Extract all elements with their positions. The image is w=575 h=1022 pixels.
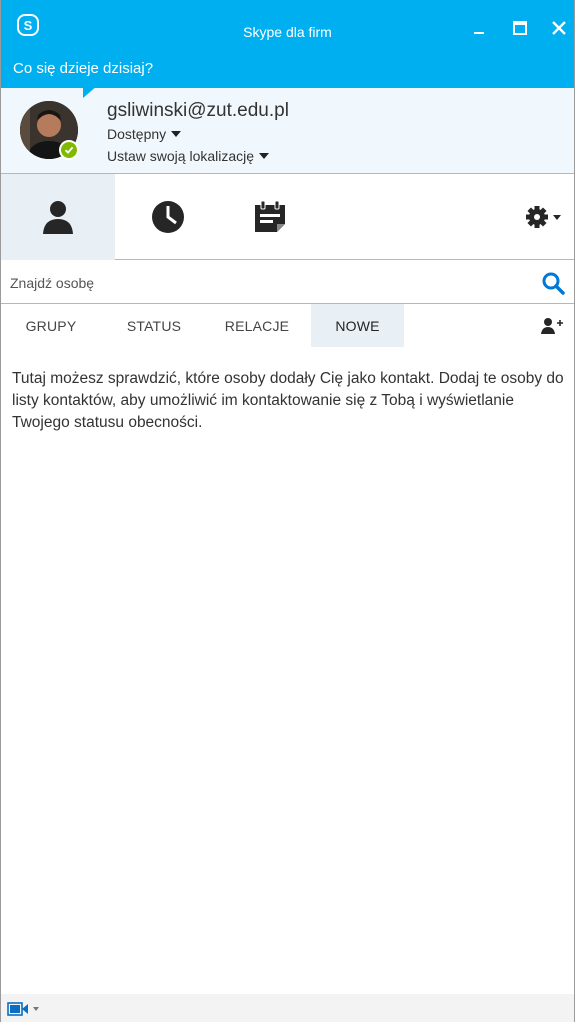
video-device-button[interactable]: [7, 1000, 55, 1018]
settings-button[interactable]: [515, 174, 573, 260]
add-contact-button[interactable]: [539, 314, 567, 338]
add-contact-icon: [541, 318, 563, 334]
tab-meetings[interactable]: [220, 174, 320, 260]
contact-view-tabs: GRUPY STATUS RELACJE NOWE: [1, 304, 574, 348]
maximize-icon: [513, 21, 527, 35]
skype-window: S Skype dla firm Co się dzieje dzisiaj?: [0, 0, 575, 1022]
tab-history[interactable]: [116, 174, 220, 260]
tab-new[interactable]: NOWE: [311, 304, 404, 347]
bottom-bar: [1, 994, 574, 1022]
new-contacts-info: Tutaj możesz sprawdzić, które osoby doda…: [12, 370, 564, 431]
maximize-button[interactable]: [508, 16, 532, 40]
tab-status[interactable]: STATUS: [108, 304, 200, 347]
location-dropdown[interactable]: Ustaw swoją lokalizację: [107, 148, 270, 164]
status-label: Dostępny: [107, 126, 167, 142]
tab-groups[interactable]: GRUPY: [11, 304, 91, 347]
profile-area: gsliwinski@zut.edu.pl Dostępny Ustaw swo…: [1, 88, 574, 174]
tab-relations[interactable]: RELACJE: [213, 304, 301, 347]
main-nav: [1, 174, 574, 260]
gear-icon: [526, 206, 561, 228]
close-icon: [552, 21, 566, 35]
minimize-button[interactable]: [467, 16, 491, 40]
chevron-down-icon: [259, 153, 270, 159]
presence-available-icon: [59, 140, 79, 160]
search-icon[interactable]: [541, 271, 565, 295]
close-button[interactable]: [547, 16, 571, 40]
status-dropdown[interactable]: Dostępny: [107, 126, 182, 142]
video-camera-icon: [7, 1002, 28, 1016]
search-bar: [1, 261, 574, 304]
whats-up-note[interactable]: Co się dzieje dzisiaj?: [13, 60, 153, 77]
search-input[interactable]: [10, 271, 510, 295]
speech-bubble-tail: [83, 86, 97, 98]
title-bar: S Skype dla firm Co się dzieje dzisiaj?: [1, 0, 574, 88]
chevron-down-icon: [171, 131, 182, 137]
minimize-icon: [474, 32, 484, 34]
chevron-down-icon: [33, 1007, 39, 1011]
meetings-icon: [255, 200, 285, 232]
history-clock-icon: [152, 201, 184, 233]
user-email: gsliwinski@zut.edu.pl: [107, 100, 289, 121]
tab-contacts[interactable]: [1, 174, 115, 260]
location-label: Ustaw swoją lokalizację: [107, 148, 255, 164]
contacts-icon: [43, 201, 73, 234]
